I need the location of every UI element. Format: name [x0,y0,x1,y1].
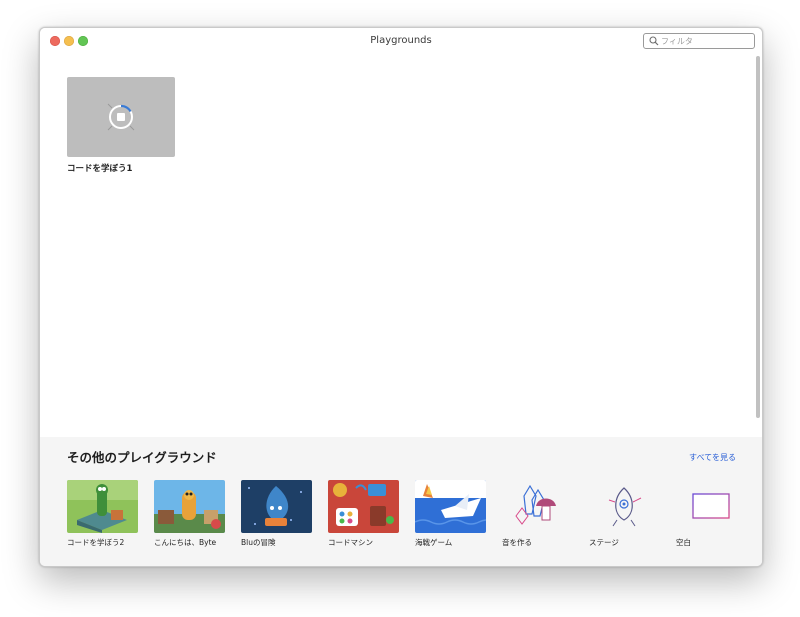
template-label: コードを学ぼう2 [67,538,125,547]
template-art [608,487,642,527]
more-playgrounds-section: その他のプレイグラウンド すべてを見る コードを学ぼう2 こんにちは、Byte … [40,437,762,566]
downloading-progress-icon [107,103,135,131]
template-art [241,480,312,533]
template-thumbnail[interactable] [328,480,399,533]
template-thumbnail[interactable] [154,480,225,533]
document-card[interactable]: コードを学ぼう1 [67,77,175,174]
scrollbar-thumb[interactable] [756,56,760,418]
template-label: 海戦ゲーム [415,538,453,547]
playgrounds-window: Playgrounds コードを学ぼう1 その他のプレイグラウンド す [39,27,763,567]
template-label: 空白 [676,538,691,547]
template-art [692,493,730,519]
template-art [328,480,399,533]
template-stage[interactable]: ステージ [589,480,661,548]
template-battleship[interactable]: 海戦ゲーム [415,480,487,548]
see-all-link[interactable]: すべてを見る [689,452,736,463]
template-blank[interactable]: 空白 [676,480,748,548]
template-hello-byte[interactable]: こんにちは、Byte [154,480,226,548]
template-thumbnail[interactable] [676,480,747,533]
template-code-machine[interactable]: コードマシン [328,480,400,548]
template-learn-to-code-2[interactable]: コードを学ぼう2 [67,480,139,548]
template-thumbnail[interactable] [241,480,312,533]
title-bar: Playgrounds [40,28,762,56]
template-label: 音を作る [502,538,532,547]
template-thumbnail[interactable] [502,480,573,533]
scrollbar[interactable] [756,56,761,418]
template-make-sounds[interactable]: 音を作る [502,480,574,548]
search-icon [649,36,659,46]
template-art [154,480,225,533]
document-thumbnail[interactable] [67,77,175,157]
template-thumbnail[interactable] [67,480,138,533]
template-label: ステージ [589,538,619,547]
section-title: その他のプレイグラウンド [67,450,217,465]
template-blu-adventure[interactable]: Bluの冒険 [241,480,313,548]
template-art [415,480,486,533]
template-label: こんにちは、Byte [154,538,217,547]
template-thumbnail[interactable] [415,480,486,533]
template-label: コードマシン [328,538,373,547]
template-label: Bluの冒険 [241,538,276,547]
template-thumbnail[interactable] [589,480,660,533]
filter-input[interactable] [661,34,749,48]
template-art [67,480,138,533]
template-art [515,484,556,525]
document-name[interactable]: コードを学ぼう1 [67,162,175,174]
filter-search-field[interactable] [643,33,755,49]
